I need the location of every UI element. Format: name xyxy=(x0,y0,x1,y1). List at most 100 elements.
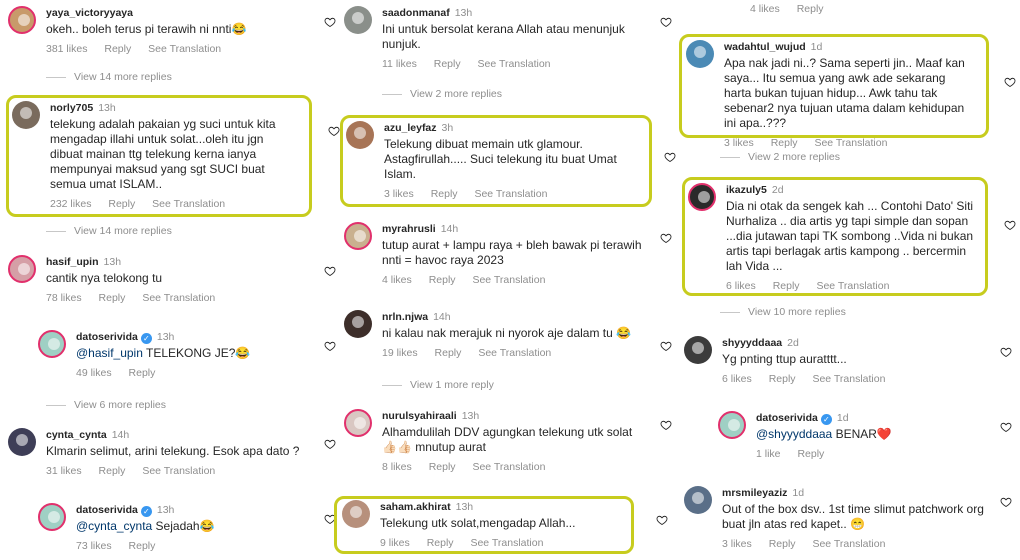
see-translation-button[interactable]: See Translation xyxy=(472,461,545,473)
see-translation-button[interactable]: See Translation xyxy=(814,137,887,149)
avatar[interactable] xyxy=(684,486,712,514)
likes-count[interactable]: 78 likes xyxy=(46,292,82,304)
username[interactable]: ikazuly5 xyxy=(726,184,767,196)
username[interactable]: nrln.njwa xyxy=(382,311,428,323)
avatar[interactable] xyxy=(8,428,36,456)
view-more-replies[interactable]: View 10 more replies xyxy=(720,306,846,318)
heart-icon[interactable] xyxy=(660,340,672,352)
see-translation-button[interactable]: See Translation xyxy=(478,347,551,359)
reply-button[interactable]: Reply xyxy=(431,188,458,200)
mention-link[interactable]: @shyyyddaaa xyxy=(756,427,832,441)
heart-icon[interactable] xyxy=(1000,496,1012,508)
username[interactable]: datoserivida xyxy=(76,504,138,516)
view-more-replies[interactable]: View 6 more replies xyxy=(46,399,166,411)
likes-count[interactable]: 4 likes xyxy=(382,274,412,286)
view-more-replies[interactable]: View 1 more reply xyxy=(382,379,494,391)
avatar[interactable] xyxy=(346,121,374,149)
see-translation-button[interactable]: See Translation xyxy=(152,198,225,210)
heart-icon[interactable] xyxy=(324,340,336,352)
likes-count[interactable]: 6 likes xyxy=(726,280,756,292)
username[interactable]: cynta_cynta xyxy=(46,429,107,441)
avatar[interactable] xyxy=(12,101,40,129)
username[interactable]: myrahrusli xyxy=(382,223,436,235)
see-translation-button[interactable]: See Translation xyxy=(816,280,889,292)
view-more-replies[interactable]: View 2 more replies xyxy=(382,88,502,100)
heart-icon[interactable] xyxy=(664,151,676,163)
avatar[interactable] xyxy=(38,503,66,531)
reply-button[interactable]: Reply xyxy=(771,137,798,149)
heart-icon[interactable] xyxy=(660,232,672,244)
likes-count[interactable]: 73 likes xyxy=(76,540,112,552)
username[interactable]: saadonmanaf xyxy=(382,7,450,19)
likes-count[interactable]: 9 likes xyxy=(380,537,410,549)
username[interactable]: datoserivida xyxy=(756,412,818,424)
avatar[interactable] xyxy=(342,500,370,528)
see-translation-button[interactable]: See Translation xyxy=(812,538,885,550)
avatar[interactable] xyxy=(718,411,746,439)
avatar[interactable] xyxy=(684,336,712,364)
username[interactable]: norly705 xyxy=(50,102,93,114)
likes-count[interactable]: 49 likes xyxy=(76,367,112,379)
avatar[interactable] xyxy=(686,40,714,68)
reply-button[interactable]: Reply xyxy=(99,292,126,304)
likes-count[interactable]: 381 likes xyxy=(46,43,87,55)
reply-button[interactable]: Reply xyxy=(797,448,824,460)
likes-count[interactable]: 4 likes xyxy=(750,3,780,15)
heart-icon[interactable] xyxy=(328,125,340,137)
reply-button[interactable]: Reply xyxy=(797,3,824,15)
view-more-replies[interactable]: View 14 more replies xyxy=(46,225,172,237)
avatar[interactable] xyxy=(344,409,372,437)
likes-count[interactable]: 3 likes xyxy=(384,188,414,200)
mention-link[interactable]: @cynta_cynta xyxy=(76,519,152,533)
reply-button[interactable]: Reply xyxy=(108,198,135,210)
heart-icon[interactable] xyxy=(324,438,336,450)
reply-button[interactable]: Reply xyxy=(427,537,454,549)
heart-icon[interactable] xyxy=(1000,421,1012,433)
avatar[interactable] xyxy=(344,310,372,338)
likes-count[interactable]: 6 likes xyxy=(722,373,752,385)
heart-icon[interactable] xyxy=(324,265,336,277)
reply-button[interactable]: Reply xyxy=(773,280,800,292)
avatar[interactable] xyxy=(8,255,36,283)
username[interactable]: shyyyddaaa xyxy=(722,337,782,349)
username[interactable]: yaya_victoryyaya xyxy=(46,7,133,19)
reply-button[interactable]: Reply xyxy=(429,461,456,473)
likes-count[interactable]: 1 like xyxy=(756,448,781,460)
username[interactable]: saham.akhirat xyxy=(380,501,451,513)
heart-icon[interactable] xyxy=(1004,76,1016,88)
likes-count[interactable]: 11 likes xyxy=(382,58,417,70)
reply-button[interactable]: Reply xyxy=(435,347,462,359)
view-more-replies[interactable]: View 2 more replies xyxy=(720,151,840,163)
username[interactable]: nurulsyahiraali xyxy=(382,410,457,422)
likes-count[interactable]: 31 likes xyxy=(46,465,82,477)
likes-count[interactable]: 19 likes xyxy=(382,347,418,359)
reply-button[interactable]: Reply xyxy=(434,58,461,70)
heart-icon[interactable] xyxy=(1000,346,1012,358)
heart-icon[interactable] xyxy=(660,419,672,431)
likes-count[interactable]: 3 likes xyxy=(722,538,752,550)
see-translation-button[interactable]: See Translation xyxy=(812,373,885,385)
see-translation-button[interactable]: See Translation xyxy=(478,58,551,70)
reply-button[interactable]: Reply xyxy=(769,373,796,385)
reply-button[interactable]: Reply xyxy=(769,538,796,550)
see-translation-button[interactable]: See Translation xyxy=(470,537,543,549)
avatar[interactable] xyxy=(688,183,716,211)
see-translation-button[interactable]: See Translation xyxy=(474,188,547,200)
heart-icon[interactable] xyxy=(660,16,672,28)
avatar[interactable] xyxy=(344,222,372,250)
view-more-replies[interactable]: View 14 more replies xyxy=(46,71,172,83)
username[interactable]: hasif_upin xyxy=(46,256,99,268)
see-translation-button[interactable]: See Translation xyxy=(148,43,221,55)
username[interactable]: wadahtul_wujud xyxy=(724,41,806,53)
reply-button[interactable]: Reply xyxy=(429,274,456,286)
see-translation-button[interactable]: See Translation xyxy=(142,292,215,304)
likes-count[interactable]: 3 likes xyxy=(724,137,754,149)
heart-icon[interactable] xyxy=(324,513,336,525)
heart-icon[interactable] xyxy=(656,514,668,526)
reply-button[interactable]: Reply xyxy=(99,465,126,477)
likes-count[interactable]: 8 likes xyxy=(382,461,412,473)
heart-icon[interactable] xyxy=(324,16,336,28)
see-translation-button[interactable]: See Translation xyxy=(472,274,545,286)
username[interactable]: azu_leyfaz xyxy=(384,122,437,134)
avatar[interactable] xyxy=(344,6,372,34)
